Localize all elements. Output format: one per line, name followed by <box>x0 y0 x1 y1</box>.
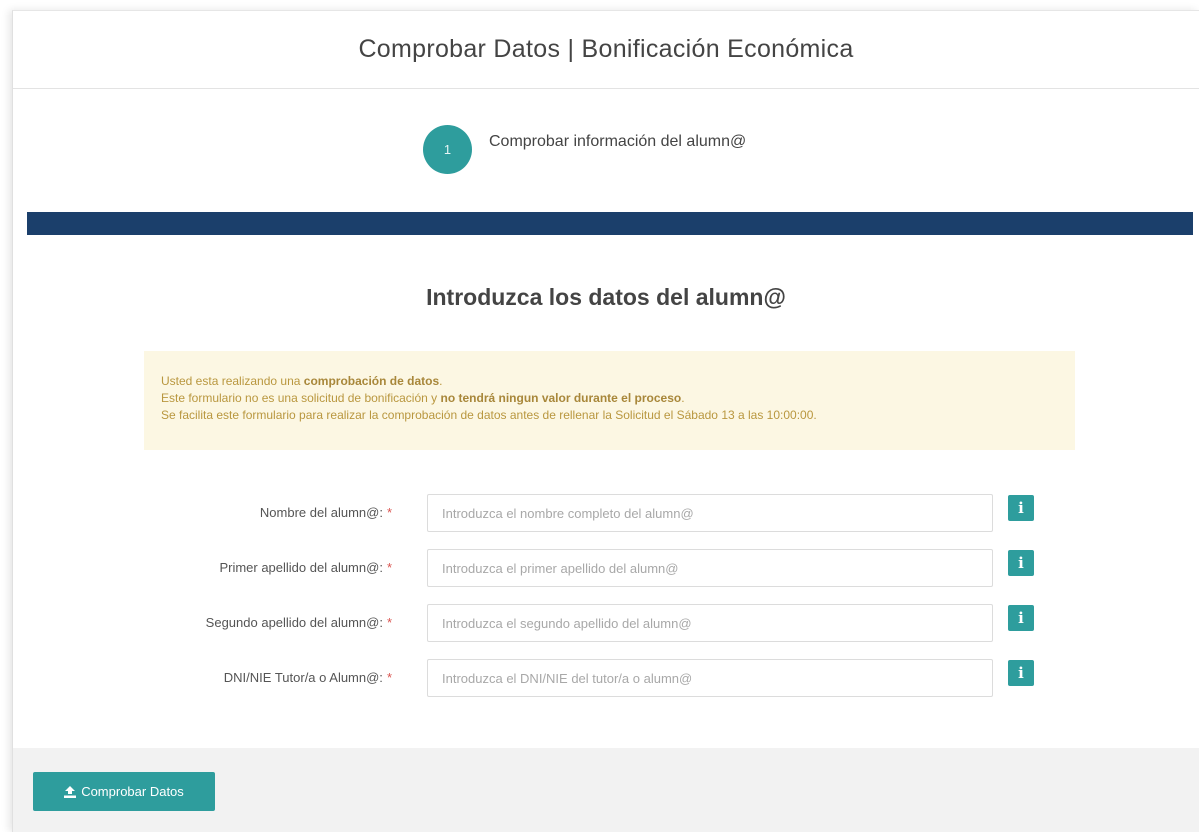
form-row-nombre: Nombre del alumn@: * i <box>13 494 1199 532</box>
info-icon[interactable]: i <box>1008 660 1034 686</box>
alert-line-3: Se facilita este formulario para realiza… <box>161 408 817 422</box>
alert-line-2: Este formulario no es una solicitud de b… <box>161 391 685 405</box>
page-title: Comprobar Datos | Bonificación Económica <box>358 35 854 63</box>
field-label: Segundo apellido del alumn@: * <box>205 615 392 630</box>
form-row-segundo-apellido: Segundo apellido del alumn@: * i <box>13 604 1199 642</box>
primer-apellido-input[interactable] <box>427 549 993 587</box>
comprobar-datos-button[interactable]: Comprobar Datos <box>33 772 215 811</box>
segundo-apellido-input[interactable] <box>427 604 993 642</box>
form-row-primer-apellido: Primer apellido del alumn@: * i <box>13 549 1199 587</box>
warning-alert: Usted esta realizando una comprobación d… <box>144 351 1075 450</box>
info-icon[interactable]: i <box>1008 495 1034 521</box>
alert-line-1: Usted esta realizando una comprobación d… <box>161 374 443 388</box>
field-label: DNI/NIE Tutor/a o Alumn@: * <box>223 670 392 685</box>
info-icon[interactable]: i <box>1008 550 1034 576</box>
nombre-input[interactable] <box>427 494 993 532</box>
info-icon[interactable]: i <box>1008 605 1034 631</box>
required-asterisk: * <box>386 615 392 630</box>
page-header: Comprobar Datos | Bonificación Económica <box>13 11 1199 89</box>
form-footer: Comprobar Datos <box>13 748 1199 832</box>
progress-bar <box>27 212 1193 235</box>
submit-label: Comprobar Datos <box>81 784 184 799</box>
wizard-stepper: 1 Comprobar información del alumn@ <box>423 124 746 174</box>
required-asterisk: * <box>386 505 392 520</box>
dni-nie-input[interactable] <box>427 659 993 697</box>
step-label: Comprobar información del alumn@ <box>489 133 747 150</box>
field-label: Primer apellido del alumn@: * <box>219 560 392 575</box>
step-number-badge[interactable]: 1 <box>423 124 472 174</box>
form-row-dni: DNI/NIE Tutor/a o Alumn@: * i <box>13 659 1199 697</box>
required-asterisk: * <box>386 560 392 575</box>
form-card: Comprobar Datos | Bonificación Económica… <box>12 10 1199 832</box>
upload-icon <box>64 785 77 798</box>
field-label: Nombre del alumn@: * <box>259 505 392 520</box>
required-asterisk: * <box>386 670 392 685</box>
section-title: Introduzca los datos del alumn@ <box>426 284 786 310</box>
